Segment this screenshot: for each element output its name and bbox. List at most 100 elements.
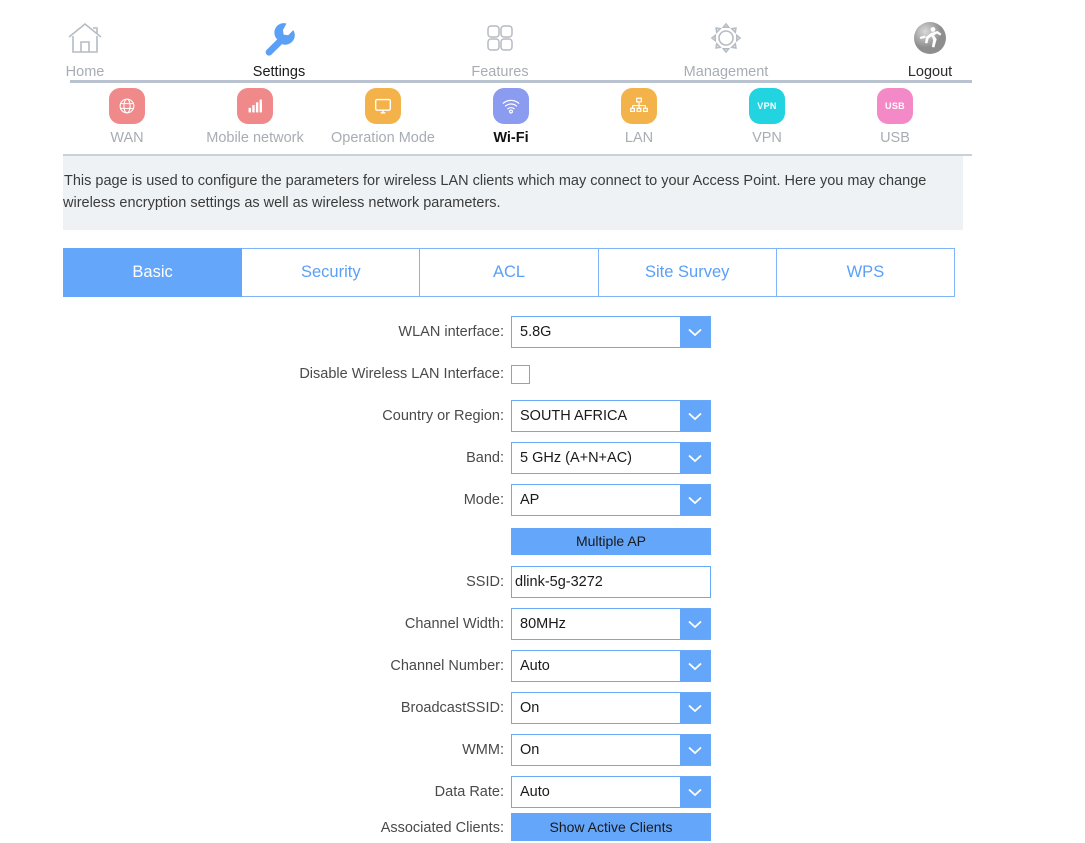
topnav-item-home[interactable]: Home <box>0 0 170 80</box>
show-active-clients-button[interactable]: Show Active Clients <box>511 813 711 841</box>
mode-value: AP <box>520 492 540 508</box>
tab-security[interactable]: Security <box>242 248 421 297</box>
field-multiple-ap: Multiple AP <box>511 527 711 555</box>
topnav-label-features: Features <box>471 64 529 80</box>
signal-bars-icon <box>237 88 273 124</box>
tab-basic[interactable]: Basic <box>63 248 243 297</box>
subnav-item-usb[interactable]: USB USB <box>831 88 959 146</box>
row-channel-number: Channel Number: Auto <box>0 645 1085 687</box>
row-ssid: SSID: dlink-5g-3272 <box>0 561 1085 603</box>
multiple-ap-button[interactable]: Multiple AP <box>511 527 711 555</box>
field-country: SOUTH AFRICA <box>511 400 711 432</box>
row-channel-width: Channel Width: 80MHz <box>0 603 1085 645</box>
wifi-basic-form: WLAN interface: 5.8G Disable Wireless LA… <box>0 311 1085 843</box>
label-data-rate: Data Rate: <box>434 784 504 800</box>
country-value: SOUTH AFRICA <box>520 408 628 424</box>
field-channel-number: Auto <box>511 650 711 682</box>
secondary-navigation: WAN Mobile network Operation Mode Wi-Fi … <box>0 83 1085 154</box>
network-tree-icon <box>621 88 657 124</box>
label-channel-width: Channel Width: <box>404 616 504 632</box>
subnav-item-vpn[interactable]: VPN VPN <box>703 88 831 146</box>
page-description: This page is used to configure the param… <box>63 156 963 230</box>
disable-wireless-checkbox[interactable] <box>511 364 530 384</box>
topnav-item-settings[interactable]: Settings <box>170 0 388 80</box>
row-disable-wireless: Disable Wireless LAN Interface: <box>0 353 1085 395</box>
channel-width-value: 80MHz <box>520 616 566 632</box>
data-rate-select[interactable]: Auto <box>511 776 711 808</box>
topnav-item-management[interactable]: Management <box>612 0 840 80</box>
label-channel-number: Channel Number: <box>390 658 504 674</box>
wrench-icon <box>259 15 299 61</box>
row-mode: Mode: AP <box>0 479 1085 521</box>
subnav-item-lan[interactable]: LAN <box>575 88 703 146</box>
field-ssid: dlink-5g-3272 <box>511 566 711 598</box>
label-disable-wireless: Disable Wireless LAN Interface: <box>299 366 504 382</box>
row-band: Band: 5 GHz (A+N+AC) <box>0 437 1085 479</box>
tab-wps[interactable]: WPS <box>776 248 956 297</box>
wmm-value: On <box>520 742 540 758</box>
tab-bar: Basic Security ACL Site Survey WPS <box>63 248 956 297</box>
channel-width-select[interactable]: 80MHz <box>511 608 711 640</box>
label-country: Country or Region: <box>382 408 504 424</box>
subnav-item-operation-mode[interactable]: Operation Mode <box>319 88 447 146</box>
usb-icon: USB <box>877 88 913 124</box>
topnav-label-home: Home <box>65 64 105 80</box>
subnav-label-lan: LAN <box>624 130 654 146</box>
subnav-item-mobile-network[interactable]: Mobile network <box>191 88 319 146</box>
subnav-label-wan: WAN <box>110 130 144 146</box>
row-data-rate: Data Rate: Auto <box>0 771 1085 813</box>
chevron-down-icon <box>680 609 710 639</box>
wmm-select[interactable]: On <box>511 734 711 766</box>
topnav-label-settings: Settings <box>252 64 306 80</box>
logout-runner-icon <box>910 15 950 61</box>
broadcast-ssid-select[interactable]: On <box>511 692 711 724</box>
mode-select[interactable]: AP <box>511 484 711 516</box>
label-wmm: WMM: <box>462 742 504 758</box>
row-wmm: WMM: On <box>0 729 1085 771</box>
channel-number-select[interactable]: Auto <box>511 650 711 682</box>
subnav-label-wifi: Wi-Fi <box>493 130 529 146</box>
broadcast-ssid-value: On <box>520 700 540 716</box>
wlan-interface-select[interactable]: 5.8G <box>511 316 711 348</box>
chevron-down-icon <box>680 651 710 681</box>
field-channel-width: 80MHz <box>511 608 711 640</box>
topnav-item-logout[interactable]: Logout <box>840 0 1020 80</box>
row-country: Country or Region: SOUTH AFRICA <box>0 395 1085 437</box>
home-icon <box>65 15 105 61</box>
chevron-down-icon <box>680 443 710 473</box>
grid-icon <box>480 15 520 61</box>
data-rate-value: Auto <box>520 784 550 800</box>
wlan-interface-value: 5.8G <box>520 324 552 340</box>
subnav-label-vpn: VPN <box>752 130 782 146</box>
label-associated-clients: Associated Clients: <box>380 820 504 836</box>
field-disable-wireless <box>511 364 530 384</box>
field-broadcast-ssid: On <box>511 692 711 724</box>
band-select[interactable]: 5 GHz (A+N+AC) <box>511 442 711 474</box>
gear-icon <box>706 15 746 61</box>
chevron-down-icon <box>680 485 710 515</box>
subnav-label-mobile-network: Mobile network <box>206 130 304 146</box>
country-select[interactable]: SOUTH AFRICA <box>511 400 711 432</box>
field-data-rate: Auto <box>511 776 711 808</box>
band-value: 5 GHz (A+N+AC) <box>520 450 632 466</box>
tab-acl[interactable]: ACL <box>420 248 599 297</box>
field-band: 5 GHz (A+N+AC) <box>511 442 711 474</box>
monitor-icon <box>365 88 401 124</box>
row-wlan-interface: WLAN interface: 5.8G <box>0 311 1085 353</box>
subnav-label-operation-mode: Operation Mode <box>331 130 435 146</box>
label-mode: Mode: <box>463 492 504 508</box>
topnav-item-features[interactable]: Features <box>388 0 612 80</box>
vpn-icon: VPN <box>749 88 785 124</box>
chevron-down-icon <box>680 735 710 765</box>
topnav-label-management: Management <box>683 64 769 80</box>
globe-icon <box>109 88 145 124</box>
chevron-down-icon <box>680 401 710 431</box>
subnav-item-wifi[interactable]: Wi-Fi <box>447 88 575 146</box>
subnav-label-usb: USB <box>880 130 910 146</box>
row-multiple-ap: Multiple AP <box>0 521 1085 561</box>
channel-number-value: Auto <box>520 658 550 674</box>
ssid-input[interactable]: dlink-5g-3272 <box>511 566 711 598</box>
chevron-down-icon <box>680 317 710 347</box>
tab-site-survey[interactable]: Site Survey <box>598 248 777 297</box>
subnav-item-wan[interactable]: WAN <box>63 88 191 146</box>
